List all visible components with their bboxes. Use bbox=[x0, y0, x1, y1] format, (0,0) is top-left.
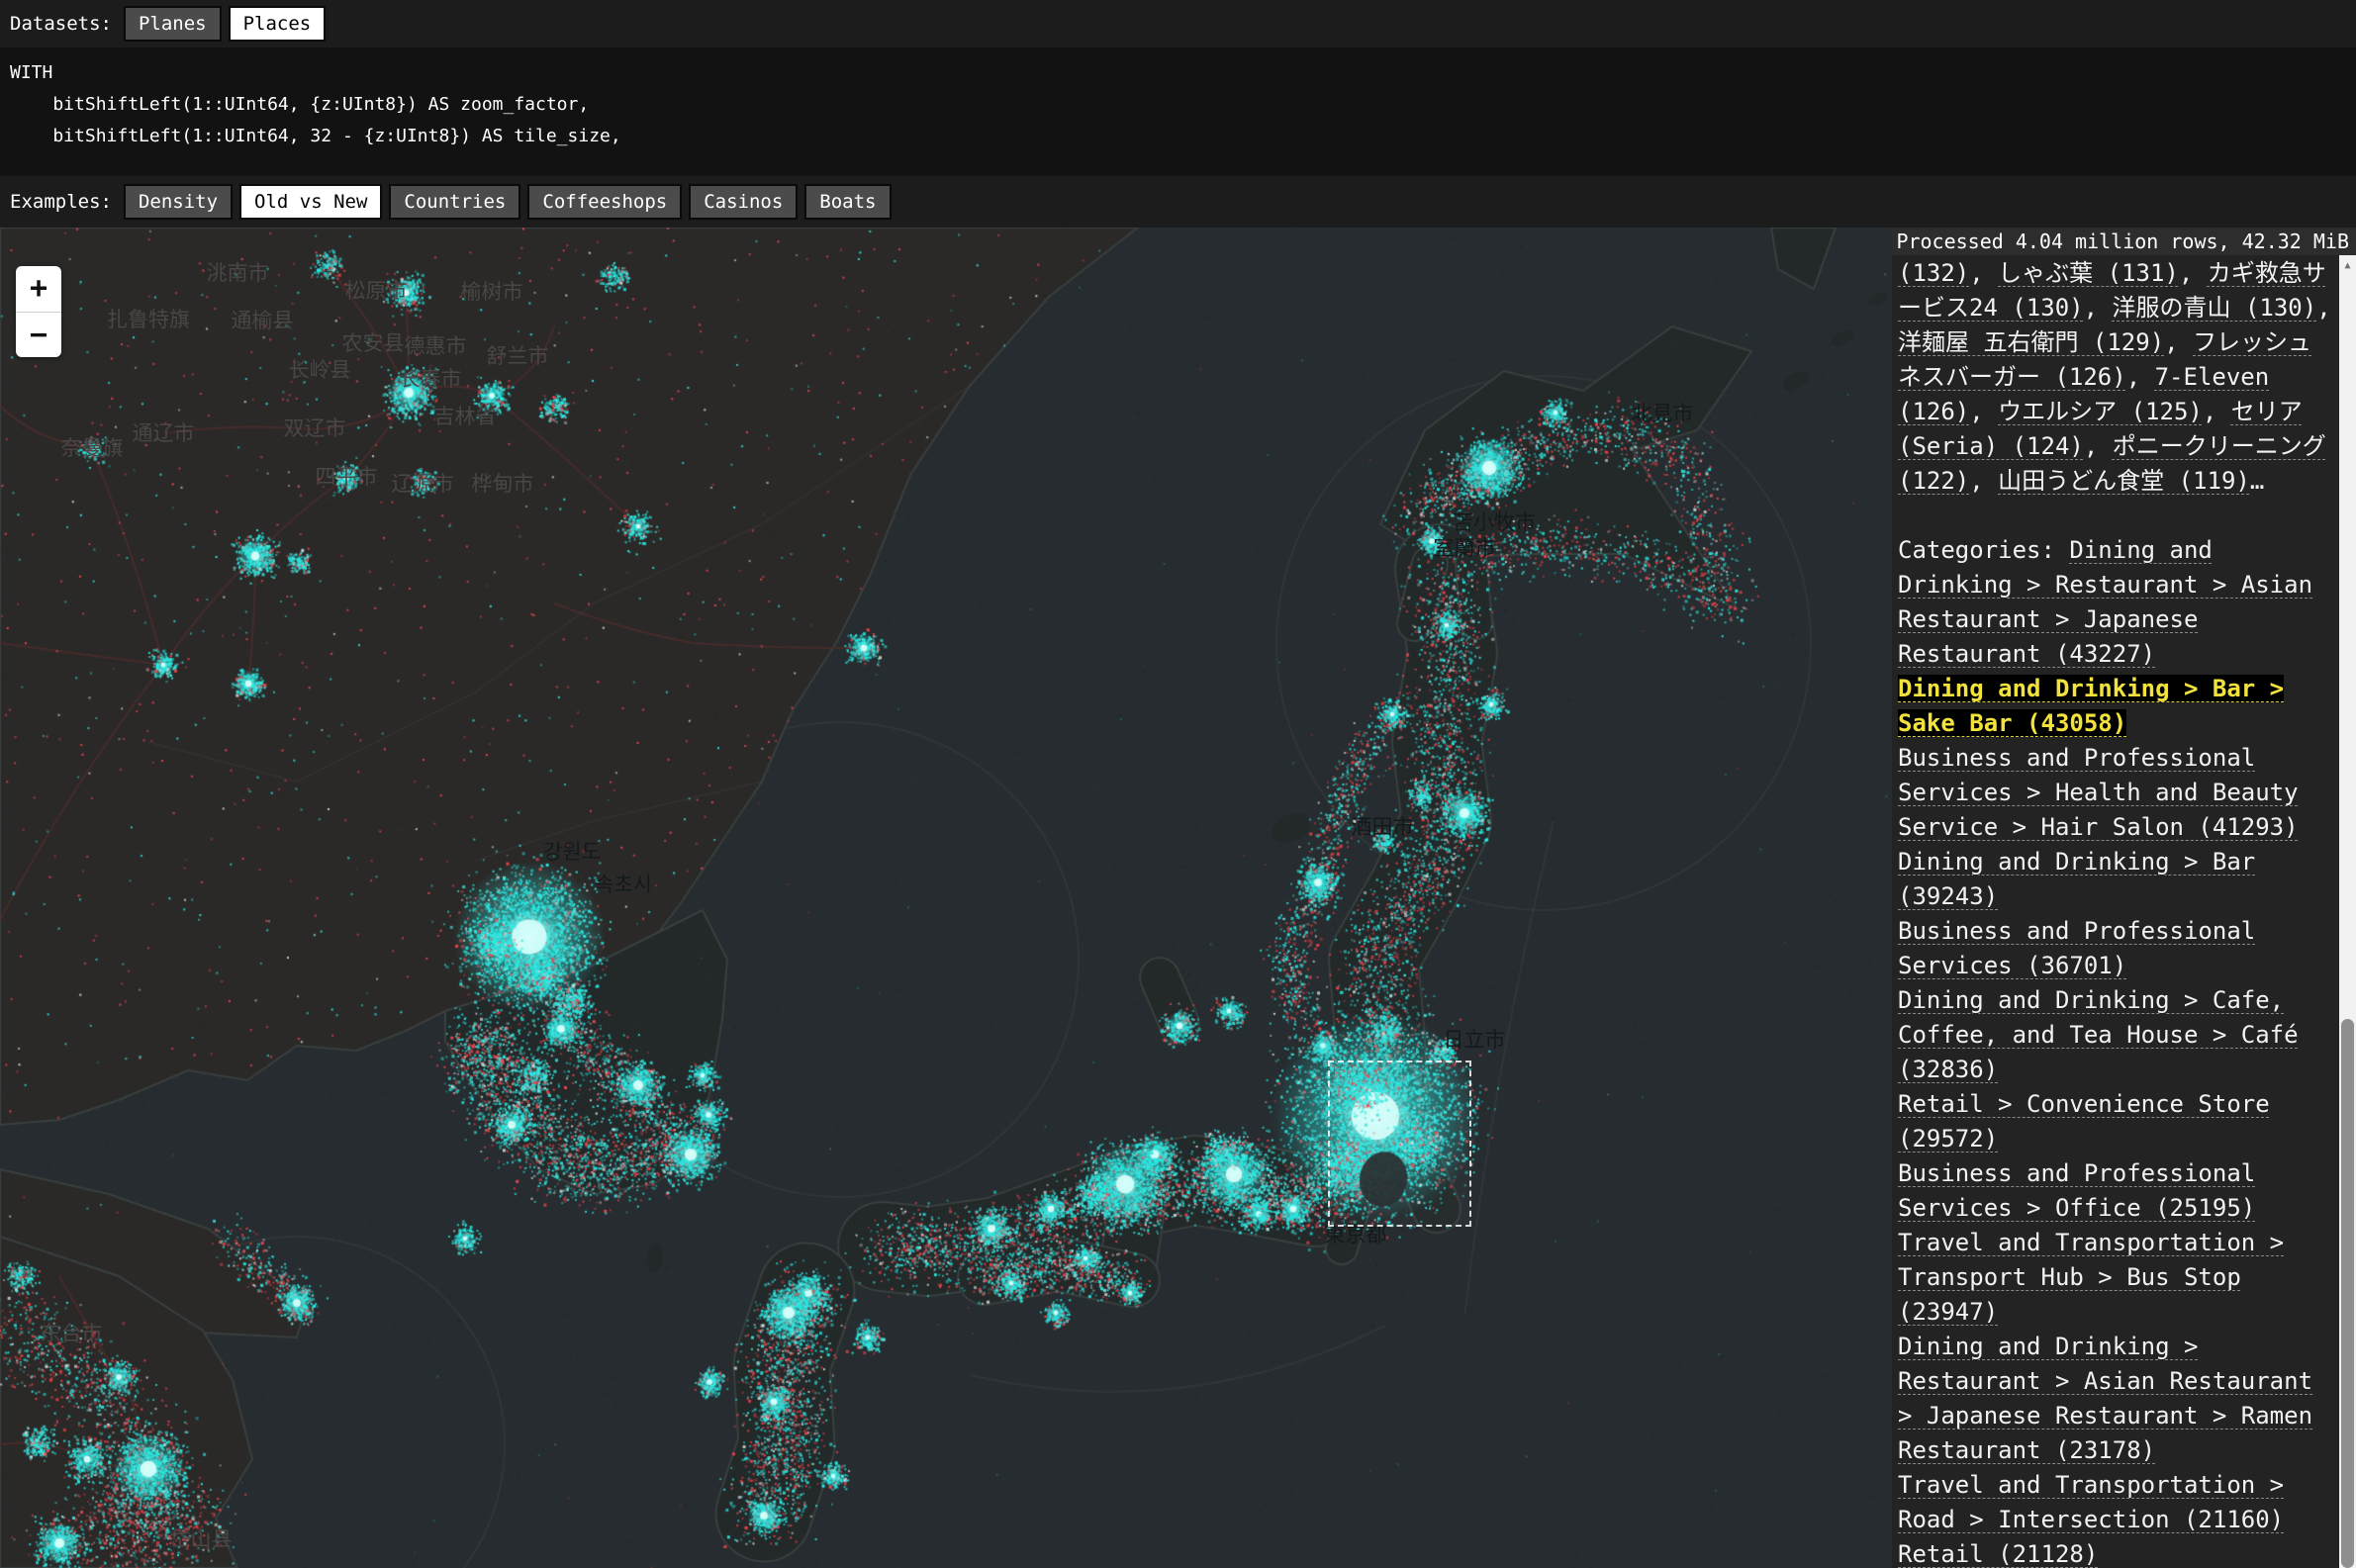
datasets-bar: Datasets: PlanesPlaces bbox=[0, 0, 2356, 47]
query-line-2: bitShiftLeft(1::UInt64, {z:UInt8}) AS zo… bbox=[0, 89, 2356, 121]
map[interactable]: 洮南市松原市榆树市扎鲁特旗通榆县农安县德惠市舒兰市长岭县长春市吉林省双辽市通辽市… bbox=[0, 228, 1892, 1568]
brand-link[interactable]: 山田うどん食堂 (119) bbox=[1998, 467, 2250, 495]
results-panel-body: (132), しゃぶ葉 (131), カギ救急サービス24 (130), 洋服の… bbox=[1892, 255, 2356, 1568]
category-link[interactable]: Dining and Drinking > Restaurant > Asian… bbox=[1898, 1333, 2312, 1464]
brand-link[interactable]: (132) bbox=[1898, 259, 1969, 287]
categories-list: Categories: Dining and Drinking > Restau… bbox=[1898, 533, 2333, 1568]
category-link[interactable]: Business and Professional Services (3670… bbox=[1898, 917, 2255, 979]
brand-link[interactable]: 洋麺屋 五右衛門 (129) bbox=[1898, 328, 2164, 356]
map-canvas[interactable] bbox=[0, 228, 1892, 1568]
scroll-up-arrow-icon[interactable]: ▲ bbox=[2339, 255, 2356, 275]
example-button-old-vs-new[interactable]: Old vs New bbox=[239, 184, 382, 220]
example-button-casinos[interactable]: Casinos bbox=[689, 184, 798, 220]
category-link[interactable]: Travel and Transportation > Road > Inter… bbox=[1898, 1471, 2284, 1533]
panel-scrollbar[interactable]: ▲ bbox=[2339, 255, 2356, 1568]
status-text: Processed 4.04 million rows, 42.32 MiB bbox=[1896, 230, 2349, 253]
category-link[interactable]: Dining and Drinking > Bar (39243) bbox=[1898, 848, 2255, 910]
query-editor[interactable]: WITH bitShiftLeft(1::UInt64, {z:UInt8}) … bbox=[0, 47, 2356, 176]
datasets-label: Datasets: bbox=[10, 13, 112, 35]
map-selection-rectangle[interactable] bbox=[1328, 1061, 1471, 1227]
brands-paragraph: (132), しゃぶ葉 (131), カギ救急サービス24 (130), 洋服の… bbox=[1898, 255, 2333, 499]
example-button-density[interactable]: Density bbox=[124, 184, 233, 220]
zoom-in-button[interactable]: + bbox=[16, 266, 61, 312]
example-button-coffeeshops[interactable]: Coffeeshops bbox=[527, 184, 682, 220]
brand-link[interactable]: しゃぶ葉 (131) bbox=[1998, 259, 2179, 287]
category-link[interactable]: Retail (21128) bbox=[1898, 1540, 2098, 1568]
example-buttons: DensityOld vs NewCountriesCoffeeshopsCas… bbox=[124, 184, 898, 220]
category-link-highlighted[interactable]: Dining and Drinking > Bar > Sake Bar (43… bbox=[1898, 675, 2284, 737]
example-button-countries[interactable]: Countries bbox=[389, 184, 520, 220]
results-text[interactable]: (132), しゃぶ葉 (131), カギ救急サービス24 (130), 洋服の… bbox=[1898, 255, 2333, 1568]
example-button-boats[interactable]: Boats bbox=[804, 184, 891, 220]
category-link[interactable]: Travel and Transportation > Transport Hu… bbox=[1898, 1229, 2284, 1326]
dataset-buttons: PlanesPlaces bbox=[124, 6, 332, 42]
results-panel: Processed 4.04 million rows, 42.32 MiB (… bbox=[1892, 228, 2356, 1568]
scrollbar-thumb[interactable] bbox=[2341, 1019, 2354, 1568]
status-bar: Processed 4.04 million rows, 42.32 MiB bbox=[1892, 228, 2356, 255]
category-link[interactable]: Retail > Convenience Store (29572) bbox=[1898, 1090, 2270, 1153]
zoom-out-button[interactable]: − bbox=[16, 313, 61, 358]
brand-link[interactable]: ウエルシア (125) bbox=[1998, 398, 2203, 425]
query-line-3: bitShiftLeft(1::UInt64, 32 - {z:UInt8}) … bbox=[0, 121, 2356, 152]
examples-bar: Examples: DensityOld vs NewCountriesCoff… bbox=[0, 176, 2356, 228]
map-zoom-control: + − bbox=[16, 266, 61, 357]
query-line-1: WITH bbox=[0, 57, 2356, 89]
brand-link[interactable]: 洋服の青山 (130) bbox=[2113, 294, 2317, 322]
examples-label: Examples: bbox=[10, 191, 112, 213]
dataset-button-planes[interactable]: Planes bbox=[124, 6, 222, 42]
category-link[interactable]: Business and Professional Services > Off… bbox=[1898, 1159, 2255, 1222]
dataset-button-places[interactable]: Places bbox=[229, 6, 327, 42]
category-link[interactable]: Business and Professional Services > Hea… bbox=[1898, 744, 2299, 841]
category-link[interactable]: Dining and Drinking > Cafe, Coffee, and … bbox=[1898, 986, 2299, 1083]
categories-label: Categories: bbox=[1898, 536, 2069, 564]
